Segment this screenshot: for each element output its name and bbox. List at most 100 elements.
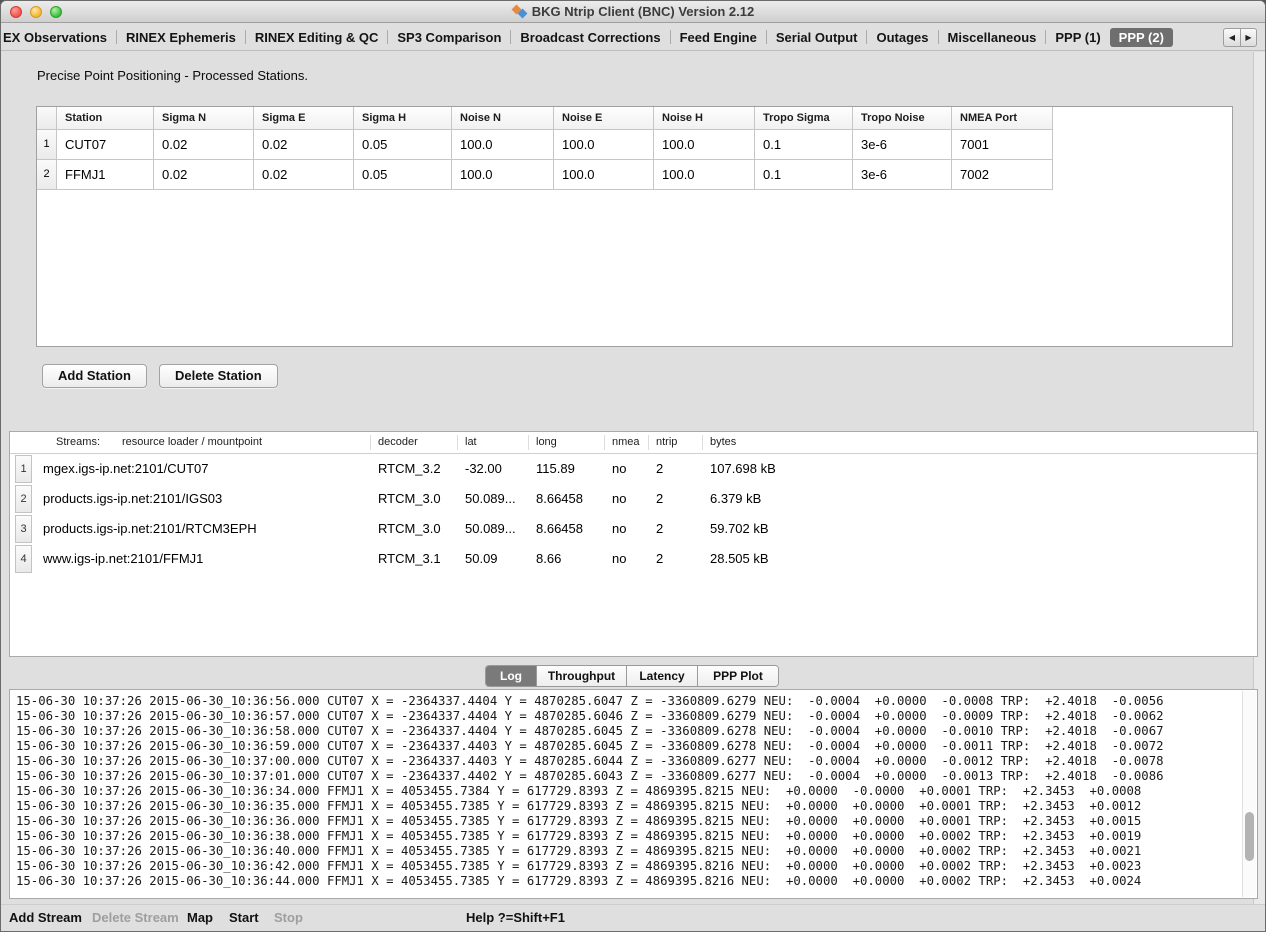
stream-lat: 50.089...	[465, 484, 516, 514]
row-header[interactable]: 1	[37, 130, 57, 160]
col-header-tropo-noise[interactable]: Tropo Noise	[853, 107, 952, 130]
log-line: 15-06-30 10:37:26 2015-06-30_10:36:58.00…	[16, 724, 1239, 739]
cell-tropo-sigma[interactable]: 0.1	[755, 130, 853, 160]
row-header[interactable]: 1	[15, 455, 32, 483]
cell-sigma-n[interactable]: 0.02	[154, 130, 254, 160]
tab-rinex-editing-qc[interactable]: RINEX Editing & QC	[246, 28, 388, 47]
title-bar[interactable]: BKG Ntrip Client (BNC) Version 2.12	[1, 1, 1265, 23]
row-header[interactable]: 2	[15, 485, 32, 513]
tab-broadcast-corrections[interactable]: Broadcast Corrections	[511, 28, 669, 47]
cell-noise-h[interactable]: 100.0	[654, 130, 755, 160]
tab-serial-output[interactable]: Serial Output	[767, 28, 867, 47]
col-header-tropo-sigma[interactable]: Tropo Sigma	[755, 107, 853, 130]
col-header-noise-e[interactable]: Noise E	[554, 107, 654, 130]
cell-noise-e[interactable]: 100.0	[554, 160, 654, 190]
tab-feed-engine[interactable]: Feed Engine	[671, 28, 766, 47]
row-header[interactable]: 4	[15, 545, 32, 573]
stream-decoder: RTCM_3.2	[378, 454, 441, 484]
header-separator	[648, 435, 649, 450]
table-row: 1 CUT07 0.02 0.02 0.05 100.0 100.0 100.0…	[37, 130, 1232, 160]
cell-sigma-h[interactable]: 0.05	[354, 160, 452, 190]
cell-tropo-noise[interactable]: 3e-6	[853, 130, 952, 160]
stream-bytes: 6.379 kB	[710, 484, 761, 514]
tab-ppp-1[interactable]: PPP (1)	[1046, 28, 1109, 47]
header-separator	[702, 435, 703, 450]
stream-nmea: no	[612, 544, 626, 574]
stream-row[interactable]: 2 products.igs-ip.net:2101/IGS03 RTCM_3.…	[10, 484, 1257, 514]
cell-sigma-e[interactable]: 0.02	[254, 130, 354, 160]
col-header-sigma-e[interactable]: Sigma E	[254, 107, 354, 130]
tab-sp3-comparison[interactable]: SP3 Comparison	[388, 28, 510, 47]
col-header-noise-n[interactable]: Noise N	[452, 107, 554, 130]
tab-scroll-left-icon[interactable]: ◀	[1223, 28, 1240, 47]
cell-noise-n[interactable]: 100.0	[452, 160, 554, 190]
stations-table: Station Sigma N Sigma E Sigma H Noise N …	[36, 106, 1233, 347]
col-header-nmea: nmea	[612, 436, 640, 448]
stream-long: 8.66	[536, 544, 561, 574]
col-header-station[interactable]: Station	[57, 107, 154, 130]
stream-row[interactable]: 1 mgex.igs-ip.net:2101/CUT07 RTCM_3.2 -3…	[10, 454, 1257, 484]
cell-nmea-port[interactable]: 7001	[952, 130, 1053, 160]
cell-noise-n[interactable]: 100.0	[452, 130, 554, 160]
tab-ppp-2[interactable]: PPP (2)	[1110, 28, 1173, 47]
map-button[interactable]: Map	[187, 910, 213, 925]
page-title: Precise Point Positioning - Processed St…	[37, 68, 308, 83]
col-header-noise-h[interactable]: Noise H	[654, 107, 755, 130]
row-header[interactable]: 3	[15, 515, 32, 543]
stop-button[interactable]: Stop	[274, 910, 303, 925]
cell-tropo-noise[interactable]: 3e-6	[853, 160, 952, 190]
cell-noise-e[interactable]: 100.0	[554, 130, 654, 160]
log-scrollbar[interactable]	[1242, 691, 1256, 897]
tab-rinex-observations[interactable]: EX Observations	[1, 28, 116, 47]
stream-ntrip: 2	[656, 484, 663, 514]
stream-mountpoint: products.igs-ip.net:2101/RTCM3EPH	[43, 514, 257, 544]
stream-nmea: no	[612, 454, 626, 484]
delete-stream-button[interactable]: Delete Stream	[92, 910, 179, 925]
tab-throughput[interactable]: Throughput	[537, 666, 627, 686]
log-line: 15-06-30 10:37:26 2015-06-30_10:36:57.00…	[16, 709, 1239, 724]
stream-row[interactable]: 3 products.igs-ip.net:2101/RTCM3EPH RTCM…	[10, 514, 1257, 544]
col-header-sigma-n[interactable]: Sigma N	[154, 107, 254, 130]
add-stream-button[interactable]: Add Stream	[9, 910, 82, 925]
log-line: 15-06-30 10:37:26 2015-06-30_10:36:36.00…	[16, 814, 1239, 829]
cell-noise-h[interactable]: 100.0	[654, 160, 755, 190]
add-station-button[interactable]: Add Station	[42, 364, 147, 388]
row-header[interactable]: 2	[37, 160, 57, 190]
stream-long: 8.66458	[536, 484, 583, 514]
delete-station-button[interactable]: Delete Station	[159, 364, 278, 388]
col-header-mountpoint: resource loader / mountpoint	[122, 436, 262, 448]
stream-row[interactable]: 4 www.igs-ip.net:2101/FFMJ1 RTCM_3.1 50.…	[10, 544, 1257, 574]
log-line: 15-06-30 10:37:26 2015-06-30_10:36:34.00…	[16, 784, 1239, 799]
cell-sigma-h[interactable]: 0.05	[354, 130, 452, 160]
header-separator	[528, 435, 529, 450]
stream-bytes: 28.505 kB	[710, 544, 769, 574]
tab-rinex-ephemeris[interactable]: RINEX Ephemeris	[117, 28, 245, 47]
tab-ppp-plot[interactable]: PPP Plot	[698, 666, 778, 686]
cell-sigma-n[interactable]: 0.02	[154, 160, 254, 190]
log-line: 15-06-30 10:37:26 2015-06-30_10:36:42.00…	[16, 859, 1239, 874]
tab-log[interactable]: Log	[486, 666, 537, 686]
tab-scroll-right-icon[interactable]: ▶	[1240, 28, 1257, 47]
tab-miscellaneous[interactable]: Miscellaneous	[939, 28, 1046, 47]
log-line: 15-06-30 10:37:26 2015-06-30_10:36:38.00…	[16, 829, 1239, 844]
cell-tropo-sigma[interactable]: 0.1	[755, 160, 853, 190]
tab-scroll-arrows: ◀ ▶	[1223, 28, 1257, 47]
log-scrollbar-thumb[interactable]	[1245, 812, 1254, 861]
cell-sigma-e[interactable]: 0.02	[254, 160, 354, 190]
stream-lat: 50.09	[465, 544, 498, 574]
start-button[interactable]: Start	[229, 910, 259, 925]
tab-latency[interactable]: Latency	[627, 666, 698, 686]
stream-long: 115.89	[536, 454, 575, 484]
stream-bytes: 59.702 kB	[710, 514, 769, 544]
col-header-sigma-h[interactable]: Sigma H	[354, 107, 452, 130]
cell-station[interactable]: CUT07	[57, 130, 154, 160]
window-title: BKG Ntrip Client (BNC) Version 2.12	[1, 1, 1265, 23]
tab-outages[interactable]: Outages	[867, 28, 937, 47]
log-line: 15-06-30 10:37:26 2015-06-30_10:37:01.00…	[16, 769, 1239, 784]
col-header-nmea-port[interactable]: NMEA Port	[952, 107, 1053, 130]
streams-header-row: Streams: resource loader / mountpoint de…	[10, 432, 1257, 454]
stream-lat: -32.00	[465, 454, 502, 484]
stream-mountpoint: www.igs-ip.net:2101/FFMJ1	[43, 544, 203, 574]
cell-station[interactable]: FFMJ1	[57, 160, 154, 190]
cell-nmea-port[interactable]: 7002	[952, 160, 1053, 190]
